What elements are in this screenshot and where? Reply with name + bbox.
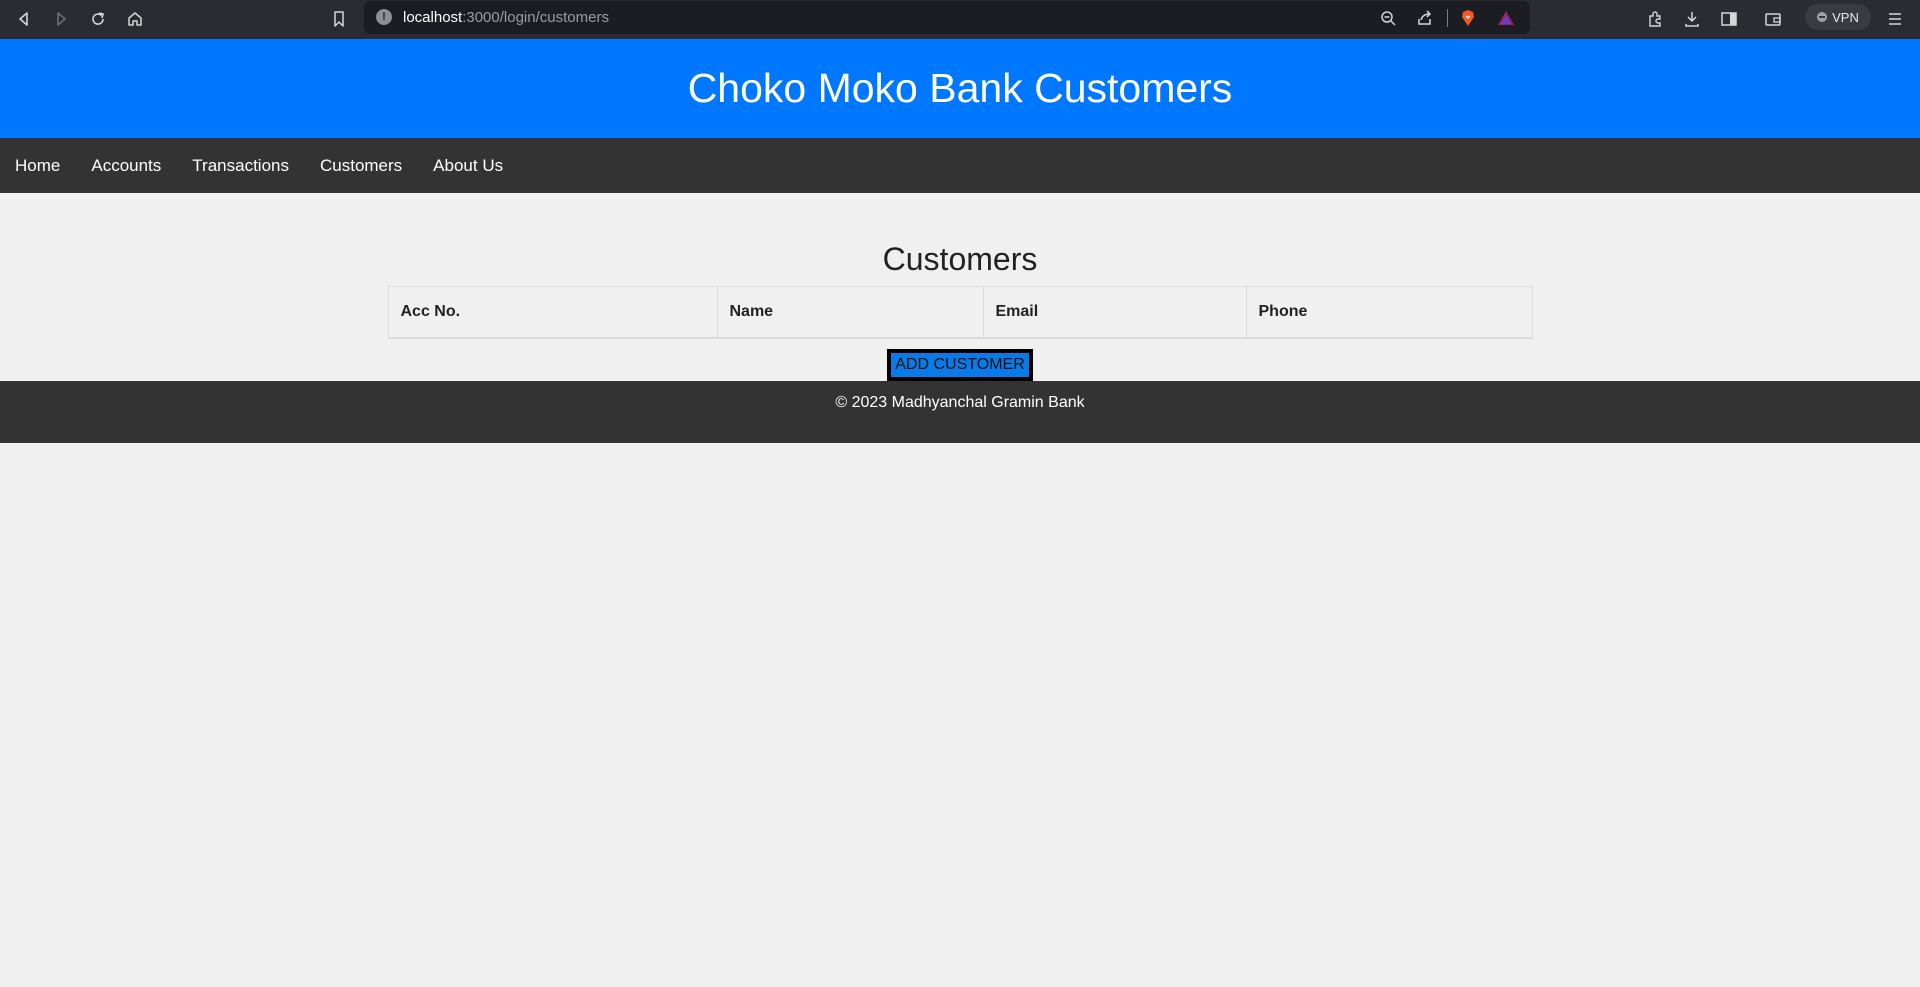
- nav-transactions[interactable]: Transactions: [192, 156, 289, 176]
- home-icon[interactable]: [124, 8, 146, 30]
- customers-table: Acc No. Name Email Phone: [387, 286, 1533, 339]
- main-nav: Home Accounts Transactions Customers Abo…: [0, 138, 1920, 193]
- menu-icon[interactable]: [1884, 8, 1906, 30]
- footer-copyright: © 2023 Madhyanchal Gramin Bank: [835, 394, 1085, 411]
- url-text[interactable]: localhost:3000/login/customers: [403, 9, 609, 26]
- column-header-name: Name: [716, 286, 984, 339]
- url-path: :3000/login/customers: [462, 9, 609, 26]
- address-bar[interactable]: ! localhost:3000/login/customers: [364, 1, 1530, 34]
- share-icon[interactable]: [1415, 8, 1435, 28]
- nav-customers[interactable]: Customers: [320, 156, 402, 176]
- extensions-icon[interactable]: [1644, 8, 1666, 30]
- brave-shields-icon[interactable]: [1458, 8, 1478, 28]
- site-footer: © 2023 Madhyanchal Gramin Bank: [0, 381, 1920, 443]
- site-info-icon[interactable]: !: [376, 9, 392, 25]
- browser-toolbar: ! localhost:3000/login/customers VPN: [0, 0, 1920, 39]
- sidebar-toggle-icon[interactable]: [1718, 8, 1740, 30]
- forward-icon[interactable]: [50, 8, 72, 30]
- zoom-out-icon[interactable]: [1378, 8, 1398, 28]
- site-header: Choko Moko Bank Customers: [0, 39, 1920, 138]
- add-customer-button[interactable]: ADD CUSTOMER: [887, 349, 1033, 381]
- site-title: Choko Moko Bank Customers: [687, 65, 1233, 111]
- column-header-email: Email: [982, 286, 1247, 339]
- bookmark-icon[interactable]: [328, 8, 350, 30]
- back-icon[interactable]: [13, 8, 35, 30]
- url-separator: [1447, 9, 1448, 27]
- vpn-button[interactable]: VPN: [1805, 4, 1871, 30]
- reload-icon[interactable]: [87, 8, 109, 30]
- brave-rewards-icon[interactable]: [1496, 8, 1516, 28]
- column-header-acc-no: Acc No.: [387, 286, 718, 339]
- url-host: localhost: [403, 9, 463, 26]
- table-header-row: Acc No. Name Email Phone: [387, 286, 1533, 339]
- main-content: Customers Acc No. Name Email Phone ADD C…: [0, 193, 1920, 381]
- download-icon[interactable]: [1681, 8, 1703, 30]
- nav-home[interactable]: Home: [15, 156, 60, 176]
- vpn-status-icon: [1817, 12, 1828, 22]
- page-heading: Customers: [882, 241, 1038, 277]
- nav-about-us[interactable]: About Us: [433, 156, 503, 176]
- vpn-label: VPN: [1832, 9, 1859, 25]
- nav-accounts[interactable]: Accounts: [91, 156, 161, 176]
- column-header-phone: Phone: [1245, 286, 1533, 339]
- wallet-icon[interactable]: [1762, 8, 1784, 30]
